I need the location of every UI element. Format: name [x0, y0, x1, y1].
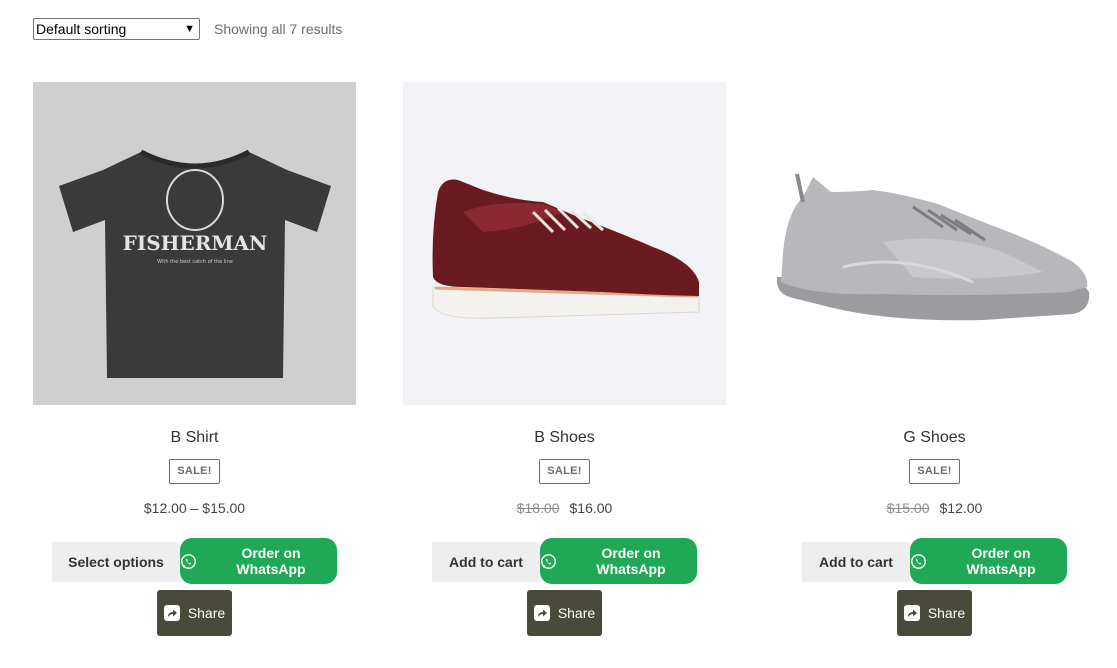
product-actions: Add to cart Order on WhatsApp Share [403, 538, 726, 638]
product-card: FISHERMAN With the best catch of the lin… [33, 82, 356, 638]
whatsapp-button-label: Order on WhatsApp [596, 545, 666, 577]
share-button[interactable]: Share [527, 590, 602, 636]
price-original: $15.00 [886, 500, 930, 516]
product-image[interactable] [773, 82, 1096, 405]
price-current: $16.00 [569, 500, 613, 516]
product-image[interactable] [403, 82, 726, 405]
order-on-whatsapp-button[interactable]: Order on WhatsApp [910, 538, 1067, 584]
chevron-down-icon: ▼ [184, 23, 195, 35]
add-to-cart-button[interactable]: Add to cart [802, 542, 910, 582]
order-on-whatsapp-button[interactable]: Order on WhatsApp [540, 538, 697, 584]
price-original: $18.00 [516, 500, 560, 516]
product-price: $12.00 – $15.00 [33, 500, 356, 518]
add-to-cart-button[interactable]: Add to cart [432, 542, 540, 582]
order-on-whatsapp-button[interactable]: Order on WhatsApp [180, 538, 337, 584]
share-icon [903, 605, 920, 621]
product-actions: Add to cart Order on WhatsApp Share [773, 538, 1096, 638]
sort-dropdown-value: Default sorting [36, 21, 127, 37]
product-card: G Shoes SALE! $15.00 $12.00 Add to cart O… [773, 82, 1096, 638]
share-button-label: Share [557, 605, 596, 621]
share-icon [533, 605, 550, 621]
product-actions: Select options Order on WhatsApp Share [33, 538, 356, 638]
price-current: $12.00 [939, 500, 983, 516]
price-current: $12.00 – $15.00 [143, 500, 246, 516]
product-price: $15.00 $12.00 [773, 500, 1096, 518]
product-title[interactable]: G Shoes [773, 427, 1096, 449]
svg-text:FISHERMAN: FISHERMAN [123, 231, 268, 255]
product-image[interactable]: FISHERMAN With the best catch of the lin… [33, 82, 356, 405]
whatsapp-icon [910, 553, 927, 570]
whatsapp-button-label: Order on WhatsApp [966, 545, 1036, 577]
product-price: $18.00 $16.00 [403, 500, 726, 518]
sort-dropdown[interactable]: Default sorting ▼ [33, 18, 200, 40]
sale-badge: SALE! [539, 459, 590, 484]
whatsapp-button-label: Order on WhatsApp [236, 545, 306, 577]
share-button[interactable]: Share [897, 590, 972, 636]
share-button[interactable]: Share [157, 590, 232, 636]
shop-toolbar: Default sorting ▼ Showing all 7 results [33, 18, 342, 40]
share-icon [163, 605, 180, 621]
share-button-label: Share [187, 605, 226, 621]
svg-text:With the best catch of the lin: With the best catch of the line [157, 259, 233, 265]
product-card: B Shoes SALE! $18.00 $16.00 Add to cart O… [403, 82, 726, 638]
whatsapp-icon [180, 553, 197, 570]
product-title[interactable]: B Shirt [33, 427, 356, 449]
whatsapp-icon [540, 553, 557, 570]
product-title[interactable]: B Shoes [403, 427, 726, 449]
sale-badge: SALE! [169, 459, 220, 484]
select-options-button[interactable]: Select options [52, 542, 180, 582]
sale-badge: SALE! [909, 459, 960, 484]
share-button-label: Share [927, 605, 966, 621]
result-count: Showing all 7 results [214, 21, 343, 37]
